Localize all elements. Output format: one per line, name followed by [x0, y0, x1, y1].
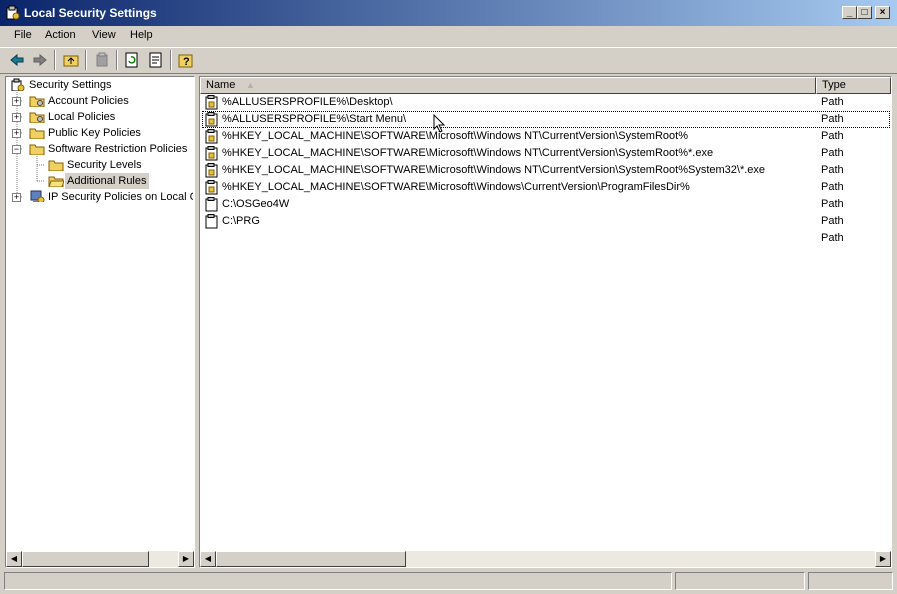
close-button[interactable]: × [875, 6, 890, 19]
help-icon: ? [178, 54, 193, 68]
tree-item-label: Account Policies [48, 95, 129, 107]
table-row[interactable]: %HKEY_LOCAL_MACHINE\SOFTWARE\Microsoft\W… [202, 179, 890, 196]
row-type: Path [821, 181, 844, 193]
collapse-icon[interactable]: − [12, 145, 21, 154]
export-list-button[interactable] [146, 51, 166, 69]
up-folder-icon [63, 55, 79, 67]
row-type: Path [821, 96, 844, 108]
menu-help[interactable]: Help [128, 29, 155, 43]
row-name: C:\OSGeo4W [222, 198, 290, 210]
ip-security-icon [30, 190, 45, 202]
folder-icon [29, 128, 45, 139]
menu-action[interactable]: Action [43, 29, 78, 43]
row-name: %HKEY_LOCAL_MACHINE\SOFTWARE\Microsoft\W… [222, 181, 690, 193]
delete-icon [96, 52, 108, 67]
column-header-label: Name [206, 79, 236, 91]
toolbar-separator [170, 50, 172, 70]
minimize-button[interactable]: _ [842, 6, 857, 19]
window-title: Local Security Settings [24, 6, 157, 20]
expand-icon[interactable]: + [12, 113, 21, 122]
delete-button[interactable] [92, 51, 112, 69]
row-name: %ALLUSERSPROFILE%\Start Menu\ [222, 113, 407, 125]
row-type: Path [821, 113, 844, 125]
tree-item-label: IP Security Policies on Local Co [48, 191, 193, 203]
refresh-button[interactable] [122, 51, 142, 69]
expand-icon[interactable]: + [12, 193, 21, 202]
table-row[interactable]: C:\PRG Path [202, 213, 890, 230]
row-type: Path [821, 198, 844, 210]
scroll-right-button[interactable]: ▶ [875, 551, 891, 567]
path-rule-icon [205, 180, 218, 195]
refresh-icon [125, 52, 138, 68]
tree-item-label: Local Policies [48, 111, 116, 123]
row-type: Path [821, 130, 844, 142]
row-name: C:\PRG [222, 215, 260, 227]
column-header-type[interactable]: Type [816, 77, 891, 94]
sort-ascending-icon: ▲ [246, 80, 255, 90]
tree-item-label: Security Levels [67, 159, 142, 171]
tree-item-label: Software Restriction Policies [48, 143, 188, 155]
svg-text:?: ? [183, 56, 190, 68]
path-rule-icon [205, 112, 218, 127]
path-rule-icon [205, 163, 218, 178]
row-type: Path [821, 232, 844, 244]
scroll-left-button[interactable]: ◀ [6, 551, 22, 567]
toolbar-separator [85, 50, 87, 70]
status-bar-cell [808, 572, 893, 590]
tree-item-ip-security-policies[interactable]: + IP Security Policies on Local Co [12, 189, 193, 205]
row-type: Path [821, 147, 844, 159]
forward-icon [33, 53, 47, 67]
folder-icon [48, 160, 64, 171]
path-rule-icon [205, 146, 218, 161]
folder-icon [29, 96, 45, 107]
scrollbar-thumb[interactable] [216, 551, 406, 567]
folder-open-icon [48, 176, 64, 187]
help-button[interactable]: ? [176, 51, 196, 69]
back-icon [10, 53, 24, 67]
row-type: Path [821, 164, 844, 176]
scroll-left-button[interactable]: ◀ [200, 551, 216, 567]
mouse-cursor-icon [433, 114, 446, 133]
forward-button[interactable] [30, 51, 50, 69]
scrollbar-thumb[interactable] [22, 551, 149, 567]
column-header-label: Type [822, 79, 846, 91]
folder-open-icon [29, 144, 45, 155]
path-rule-icon [205, 95, 218, 110]
tree-item-label: Public Key Policies [48, 127, 141, 139]
row-type: Path [821, 215, 844, 227]
menu-file[interactable]: File [12, 29, 34, 43]
table-row[interactable]: %HKEY_LOCAL_MACHINE\SOFTWARE\Microsoft\W… [202, 145, 890, 162]
status-bar-cell [675, 572, 805, 590]
menu-view[interactable]: View [90, 29, 118, 43]
row-name: %HKEY_LOCAL_MACHINE\SOFTWARE\Microsoft\W… [222, 164, 766, 176]
table-row[interactable]: %ALLUSERSPROFILE%\Start Menu\ Path [202, 111, 890, 128]
row-name: %ALLUSERSPROFILE%\Desktop\ [222, 96, 393, 108]
toolbar-separator [116, 50, 118, 70]
back-button[interactable] [7, 51, 27, 69]
maximize-button[interactable]: □ [857, 6, 872, 19]
table-row[interactable]: %ALLUSERSPROFILE%\Desktop\ Path [202, 94, 890, 111]
expand-icon[interactable]: + [12, 97, 21, 106]
row-name: %HKEY_LOCAL_MACHINE\SOFTWARE\Microsoft\W… [222, 130, 688, 142]
status-bar-main [4, 572, 672, 590]
path-rule-icon [205, 214, 218, 229]
path-rule-icon [205, 197, 218, 212]
column-header-name[interactable]: Name ▲ [200, 77, 816, 94]
title-bar[interactable]: Local Security Settings [0, 0, 897, 26]
tree-item-label: Additional Rules [65, 173, 149, 189]
expand-icon[interactable]: + [12, 129, 21, 138]
row-name: %HKEY_LOCAL_MACHINE\SOFTWARE\Microsoft\W… [222, 147, 714, 159]
path-rule-icon [205, 129, 218, 144]
toolbar-separator [54, 50, 56, 70]
folder-icon [29, 112, 45, 123]
scroll-right-button[interactable]: ▶ [178, 551, 194, 567]
table-row[interactable]: Path [202, 230, 890, 247]
security-settings-icon [6, 5, 20, 20]
table-row[interactable]: %HKEY_LOCAL_MACHINE\SOFTWARE\Microsoft\W… [202, 128, 890, 145]
up-one-level-button[interactable] [61, 51, 81, 69]
export-list-icon [149, 52, 162, 68]
table-row[interactable]: %HKEY_LOCAL_MACHINE\SOFTWARE\Microsoft\W… [202, 162, 890, 179]
table-row[interactable]: C:\OSGeo4W Path [202, 196, 890, 213]
